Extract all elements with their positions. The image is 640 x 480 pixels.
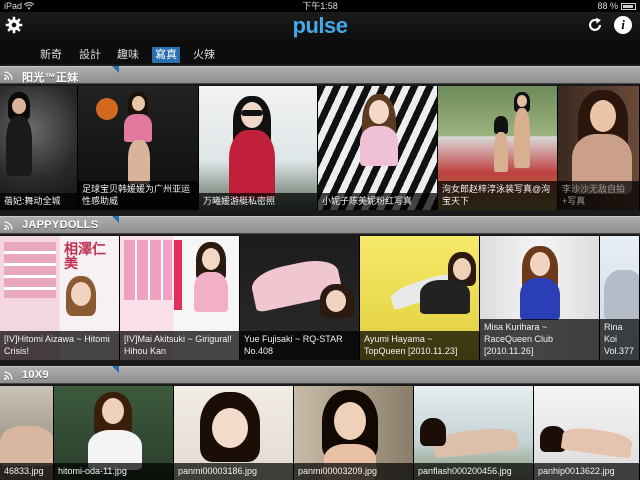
story-row: 蓓妃:舞动全城 足球宝贝韩媛媛为广州亚运性感助威 万曦媛游艇私密照 小妮子陈美妮… <box>0 86 640 210</box>
story-caption: 李沙沙无敌自拍+写真 <box>558 181 639 210</box>
story-caption: 小妮子陈美妮粉红写真 <box>318 193 437 210</box>
story-thumbnail <box>0 86 77 210</box>
info-icon[interactable]: i <box>614 16 632 34</box>
story-tile[interactable]: panhip0013622.jpg <box>534 386 640 480</box>
unread-marker <box>112 66 119 73</box>
tab-design[interactable]: 設計 <box>76 47 104 63</box>
story-caption: 万曦媛游艇私密照 <box>199 193 317 210</box>
story-tile[interactable]: 李沙沙无敌自拍+写真 <box>558 86 640 210</box>
story-row: 相澤仁美 [IV]Hitomi Aizawa ~ Hitomi Crisis! … <box>0 236 640 360</box>
clock: 下午1:58 <box>302 1 338 11</box>
story-tile[interactable]: 足球宝贝韩媛媛为广州亚运性感助威 <box>78 86 199 210</box>
story-caption: [IV]Mai Akitsuki ~ Girigural! Hihou Kan <box>120 331 239 360</box>
story-caption: Rina Koi Vol.377 <box>600 319 639 360</box>
story-tile[interactable]: panmi00003209.jpg <box>294 386 414 480</box>
story-caption: Yue Fujisaki ~ RQ-STAR No.408 <box>240 331 359 360</box>
story-caption: panflash000200456.jpg <box>414 463 533 480</box>
story-caption: Ayumi Hayama ~ TopQueen [2010.11.23] <box>360 331 479 360</box>
rss-icon <box>4 71 13 80</box>
story-tile[interactable]: Ayumi Hayama ~ TopQueen [2010.11.23] <box>360 236 480 360</box>
story-tile[interactable]: 46833.jpg <box>0 386 54 480</box>
rss-icon <box>4 221 13 230</box>
story-tile[interactable]: 洵女郎赵梓淳泳装写真@洵宝天下 <box>438 86 558 210</box>
battery-icon <box>621 3 636 10</box>
story-tile[interactable]: hitomi-oda-11.jpg <box>54 386 174 480</box>
story-caption: panmi00003209.jpg <box>294 463 413 480</box>
story-caption: 46833.jpg <box>0 463 53 480</box>
story-tile[interactable]: [IV]Mai Akitsuki ~ Girigural! Hihou Kan <box>120 236 240 360</box>
rss-icon <box>4 371 13 380</box>
story-caption: 洵女郎赵梓淳泳装写真@洵宝天下 <box>438 181 557 210</box>
unread-marker <box>112 216 119 223</box>
cover-title: 相澤仁美 <box>64 241 106 271</box>
section-header[interactable]: JAPPYDOLLS <box>0 216 640 234</box>
tab-fun[interactable]: 趣味 <box>114 47 142 63</box>
battery-percent: 88 % <box>597 1 618 11</box>
status-bar: iPad 下午1:58 88 % <box>0 0 640 12</box>
story-tile[interactable]: Rina Koi Vol.377 <box>600 236 640 360</box>
story-tile[interactable]: 蓓妃:舞动全城 <box>0 86 78 210</box>
story-tile[interactable]: panflash000200456.jpg <box>414 386 534 480</box>
story-tile[interactable]: 小妮子陈美妮粉红写真 <box>318 86 438 210</box>
story-caption: 蓓妃:舞动全城 <box>0 193 77 210</box>
story-thumbnail <box>199 86 317 210</box>
story-tile[interactable]: Yue Fujisaki ~ RQ-STAR No.408 <box>240 236 360 360</box>
tab-hot[interactable]: 火辣 <box>190 47 218 63</box>
story-tile[interactable]: panmi00003186.jpg <box>174 386 294 480</box>
section-title: 阳光™正妹 <box>22 72 79 84</box>
section-title: JAPPYDOLLS <box>22 219 99 231</box>
story-caption: [IV]Hitomi Aizawa ~ Hitomi Crisis! <box>0 331 119 360</box>
app-logo: pulse <box>292 13 348 38</box>
category-tabs: 新奇 設計 趣味 寫真 火辣 <box>0 46 640 64</box>
section-title: 10X9 <box>22 369 49 381</box>
story-tile[interactable]: 相澤仁美 [IV]Hitomi Aizawa ~ Hitomi Crisis! <box>0 236 120 360</box>
story-caption: 足球宝贝韩媛媛为广州亚运性感助威 <box>78 181 198 210</box>
tab-novelty[interactable]: 新奇 <box>37 47 65 63</box>
refresh-icon[interactable] <box>586 16 604 34</box>
app-toolbar: pulse i <box>0 12 640 46</box>
section-header[interactable]: 10X9 <box>0 366 640 384</box>
story-tile[interactable]: Misa Kurihara ~ RaceQueen Club [2010.11.… <box>480 236 600 360</box>
story-caption: hitomi-oda-11.jpg <box>54 463 173 480</box>
pulse-app: iPad 下午1:58 88 % pulse i 新奇 設計 趣味 寫真 火辣 … <box>0 0 640 480</box>
story-caption: panhip0013622.jpg <box>534 463 639 480</box>
story-thumbnail <box>318 86 437 210</box>
story-row: 46833.jpg hitomi-oda-11.jpg panmi0000318… <box>0 386 640 480</box>
story-caption: panmi00003186.jpg <box>174 463 293 480</box>
tab-photo[interactable]: 寫真 <box>152 47 180 63</box>
unread-marker <box>112 366 119 373</box>
story-caption: Misa Kurihara ~ RaceQueen Club [2010.11.… <box>480 319 599 360</box>
section-header[interactable]: 阳光™正妹 <box>0 66 640 84</box>
story-tile[interactable]: 万曦媛游艇私密照 <box>199 86 318 210</box>
